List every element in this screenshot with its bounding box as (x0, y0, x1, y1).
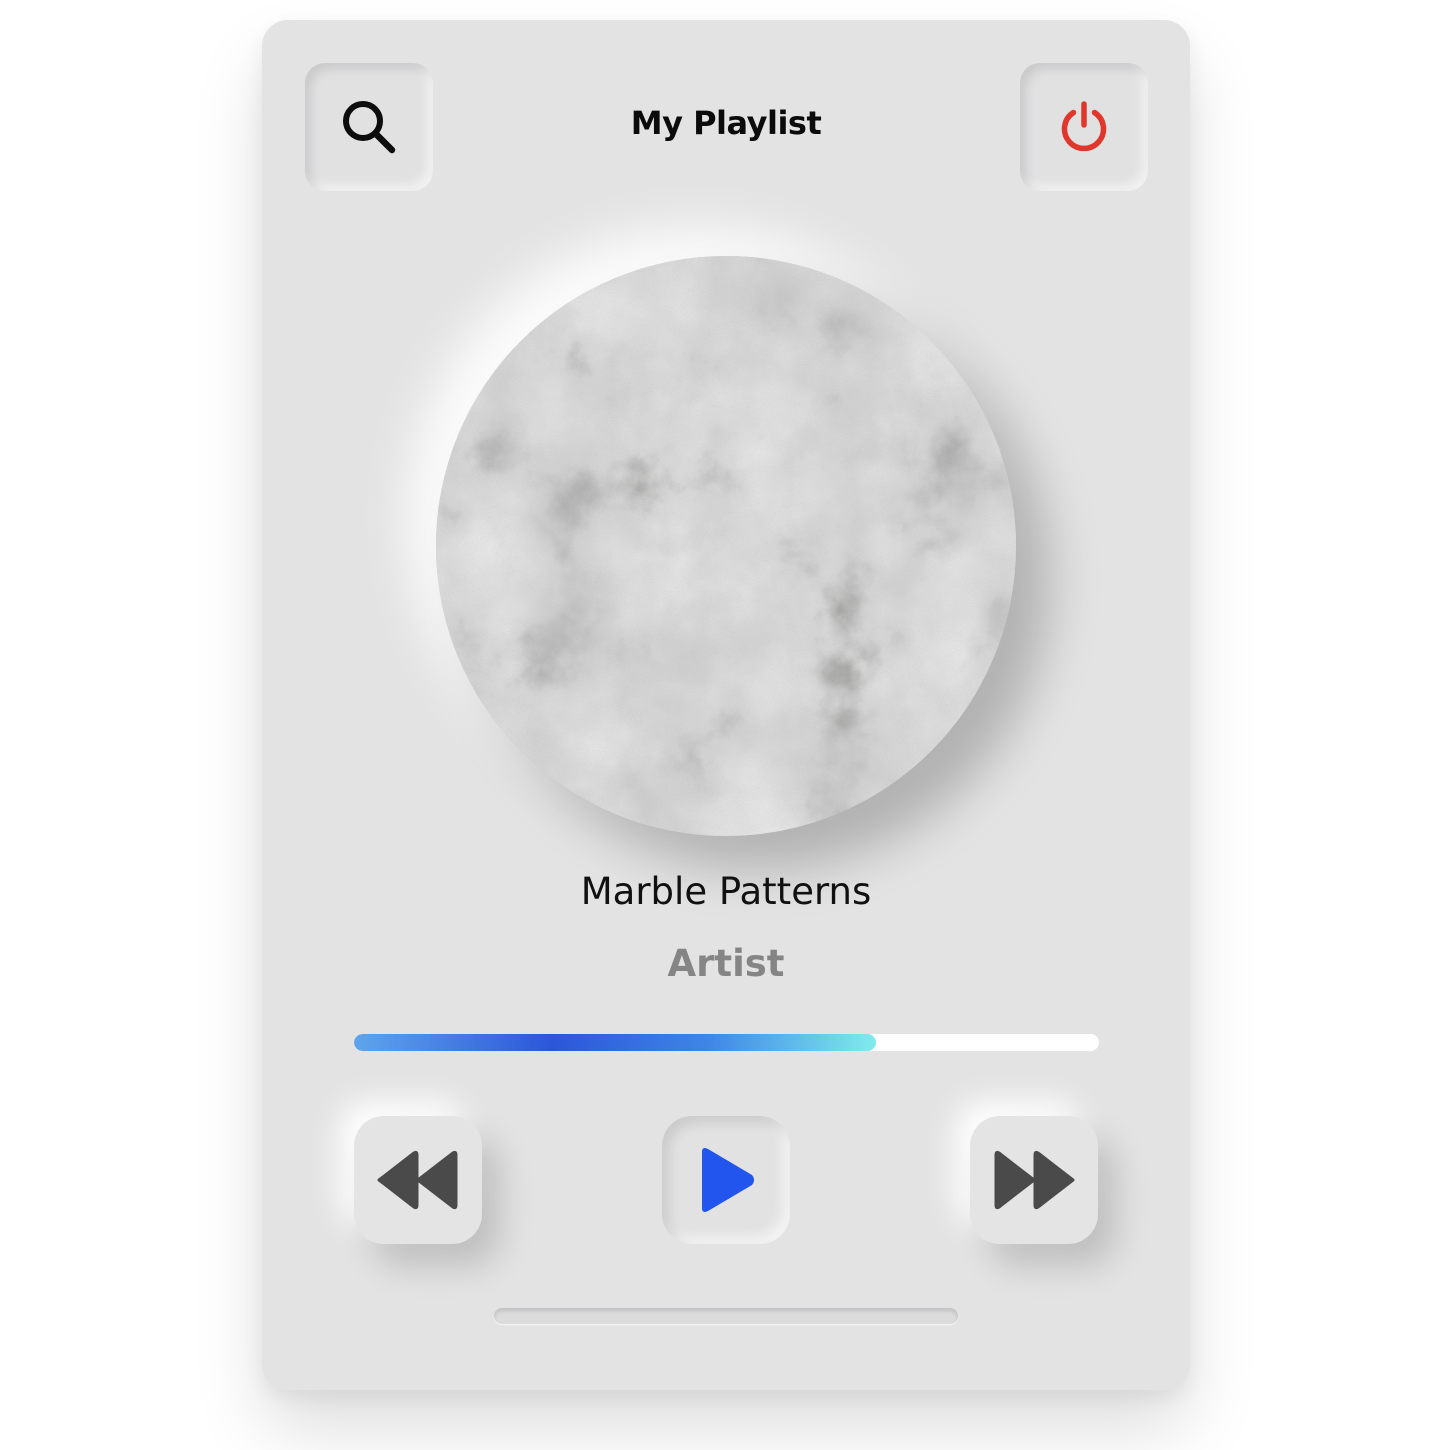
rewind-icon (377, 1150, 458, 1210)
song-title: Marble Patterns (580, 870, 872, 913)
player-card: My Playlist Marble Patterns Artist (262, 20, 1190, 1390)
play-button[interactable] (662, 1116, 790, 1244)
fast-forward-icon (994, 1150, 1075, 1210)
album-artwork (436, 256, 1016, 836)
progress-bar[interactable] (354, 1034, 1099, 1051)
fast-forward-button[interactable] (970, 1116, 1098, 1244)
rewind-button[interactable] (354, 1116, 482, 1244)
power-icon (1061, 101, 1107, 152)
progress-fill (354, 1034, 876, 1051)
artist-name: Artist (667, 942, 785, 985)
home-indicator[interactable] (494, 1308, 958, 1324)
power-button[interactable] (1020, 63, 1148, 191)
play-icon (702, 1148, 754, 1212)
